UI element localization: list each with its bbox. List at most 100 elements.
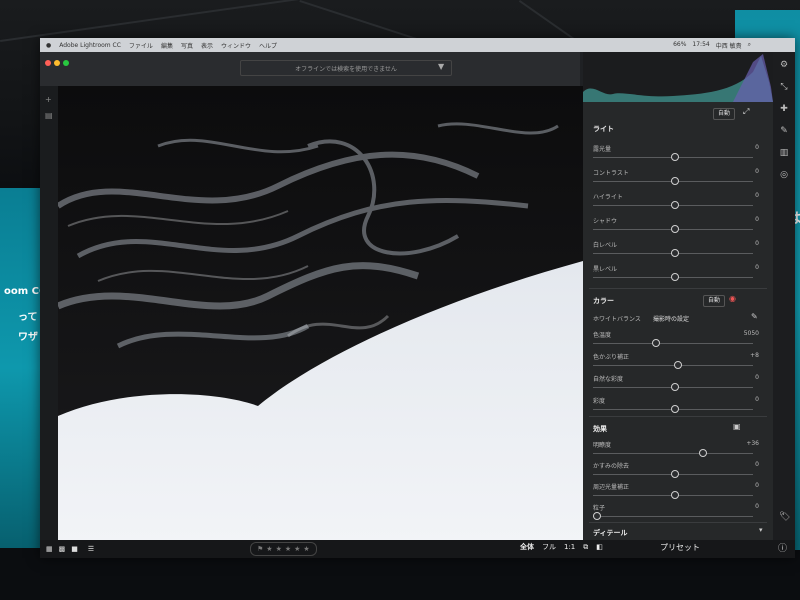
slider-knob[interactable]	[671, 273, 679, 281]
color-mixer-icon[interactable]: ◉	[729, 294, 736, 303]
slider-knob[interactable]	[593, 512, 601, 520]
star-icon[interactable]: ★	[285, 545, 291, 553]
slider-label: コントラスト	[593, 170, 629, 177]
healing-brush-icon[interactable]: ✚	[779, 104, 789, 114]
menu-item-photo[interactable]: 写真	[181, 41, 193, 50]
battery-status[interactable]: 66%	[673, 41, 686, 50]
apple-icon[interactable]: ●	[46, 42, 51, 49]
star-icon[interactable]: ★	[276, 545, 282, 553]
chevron-down-icon[interactable]: ▾	[759, 526, 763, 534]
slider-knob[interactable]	[671, 383, 679, 391]
edit-icon[interactable]: ⚙	[779, 60, 789, 70]
app-menu[interactable]: Adobe Lightroom CC	[59, 42, 121, 49]
before-after-icon[interactable]: ◧	[596, 543, 603, 551]
slider-label: 自然な彩度	[593, 376, 624, 383]
star-icon[interactable]: ★	[294, 545, 300, 553]
color-auto-button[interactable]: 自動	[703, 295, 726, 307]
slider-value[interactable]: 0	[755, 240, 759, 247]
slider-label: 黒レベル	[593, 266, 618, 273]
slider-value[interactable]: 0	[755, 168, 759, 175]
search-icon[interactable]: ⌕	[748, 41, 751, 50]
section-divider	[589, 522, 767, 523]
menu-item-edit[interactable]: 編集	[161, 41, 173, 50]
slider-knob[interactable]	[671, 491, 679, 499]
slider-knob[interactable]	[699, 449, 708, 457]
zoom-window-button[interactable]	[63, 60, 69, 66]
rating-control: ⚑ 評価 ★ ★ ★ ★ ★	[250, 542, 317, 556]
slider-label: 露光量	[593, 146, 612, 153]
slider-row: かすみの除去 0	[593, 461, 763, 483]
slider-knob[interactable]	[671, 405, 679, 413]
star-icon[interactable]: ★	[303, 545, 309, 553]
slider-track[interactable]	[593, 365, 753, 366]
light-section-title[interactable]: ライト	[593, 124, 614, 134]
slider-value[interactable]: 0	[755, 374, 759, 381]
zoom-fit[interactable]: 全体	[520, 542, 534, 552]
photo-canvas[interactable]	[58, 86, 583, 546]
tag-icon[interactable]: 🏷	[779, 512, 790, 522]
menu-item-file[interactable]: ファイル	[129, 41, 153, 50]
brush-icon[interactable]: ✎	[779, 126, 789, 136]
menu-item-window[interactable]: ウィンドウ	[221, 41, 251, 50]
slider-knob[interactable]	[671, 153, 679, 161]
star-icon[interactable]: ★	[266, 545, 272, 553]
slider-track[interactable]	[593, 453, 753, 454]
slider-label: ハイライト	[593, 194, 623, 201]
section-divider	[589, 416, 767, 417]
slider-value[interactable]: 0	[755, 264, 759, 271]
detail-section-title[interactable]: ディテール	[593, 528, 628, 538]
slider-value[interactable]: 5050	[744, 330, 759, 337]
slider-knob[interactable]	[671, 470, 679, 478]
slider-row: シャドウ 0	[593, 216, 763, 238]
zoom-1-1[interactable]: 1:1	[564, 543, 575, 551]
slider-knob[interactable]	[671, 177, 679, 185]
linear-gradient-icon[interactable]: ▥	[779, 148, 789, 158]
slider-knob[interactable]	[671, 225, 679, 233]
slider-value[interactable]: 0	[755, 192, 759, 199]
crop-tool-icon[interactable]: ⤡	[779, 82, 789, 92]
compare-icon[interactable]: ⧉	[583, 543, 588, 552]
filter-icon[interactable]: ▼	[438, 62, 444, 71]
slider-row: 周辺光量補正 0	[593, 482, 763, 504]
info-icon[interactable]: ⓘ	[778, 541, 787, 554]
slider-track[interactable]	[593, 516, 753, 517]
eyedropper-icon[interactable]: ✎	[751, 312, 758, 321]
slider-knob[interactable]	[671, 249, 679, 257]
lightroom-window: ● Adobe Lightroom CC ファイル 編集 写真 表示 ウィンドウ…	[40, 38, 795, 558]
slider-value[interactable]: +36	[746, 440, 759, 447]
slider-value[interactable]: 0	[755, 461, 759, 468]
slider-track[interactable]	[593, 343, 753, 344]
square-grid-icon[interactable]: ▩	[59, 545, 66, 553]
zoom-fill[interactable]: フル	[542, 542, 556, 552]
flag-icon[interactable]: ⚑	[257, 545, 263, 553]
library-icon[interactable]: ▤	[45, 112, 53, 120]
slider-knob[interactable]	[671, 201, 679, 209]
slider-knob[interactable]	[652, 339, 661, 347]
slider-value[interactable]: 0	[755, 503, 759, 510]
user-name[interactable]: 中西 敏貴	[716, 41, 742, 50]
sort-icon[interactable]: ☰	[88, 545, 94, 553]
crop-icon[interactable]: ⤢	[743, 107, 749, 117]
detail-view-icon[interactable]: ■	[71, 545, 78, 553]
menu-item-view[interactable]: 表示	[201, 41, 213, 50]
close-window-button[interactable]	[45, 60, 51, 66]
effects-section-title[interactable]: 効果	[593, 424, 607, 434]
minimize-window-button[interactable]	[54, 60, 60, 66]
grid-view-icon[interactable]: ▦	[46, 545, 53, 553]
slider-value[interactable]: 0	[755, 396, 759, 403]
slider-value[interactable]: 0	[755, 482, 759, 489]
vignette-toggle-icon[interactable]: ▣	[733, 422, 741, 431]
slider-value[interactable]: 0	[755, 144, 759, 151]
left-toolbar: + ▤	[40, 86, 58, 546]
slider-knob[interactable]	[674, 361, 683, 369]
clock[interactable]: 17:54	[692, 41, 709, 50]
color-section-title[interactable]: カラー	[593, 296, 614, 306]
add-photos-icon[interactable]: +	[45, 96, 53, 104]
slider-value[interactable]: 0	[755, 216, 759, 223]
radial-gradient-icon[interactable]: ◎	[779, 170, 789, 180]
presets-button[interactable]: プリセット	[660, 542, 700, 553]
white-balance-dropdown[interactable]: 撮影時の設定	[653, 314, 689, 323]
menu-item-help[interactable]: ヘルプ	[259, 41, 277, 50]
slider-value[interactable]: +8	[750, 352, 759, 359]
auto-button[interactable]: 自動	[713, 108, 736, 120]
